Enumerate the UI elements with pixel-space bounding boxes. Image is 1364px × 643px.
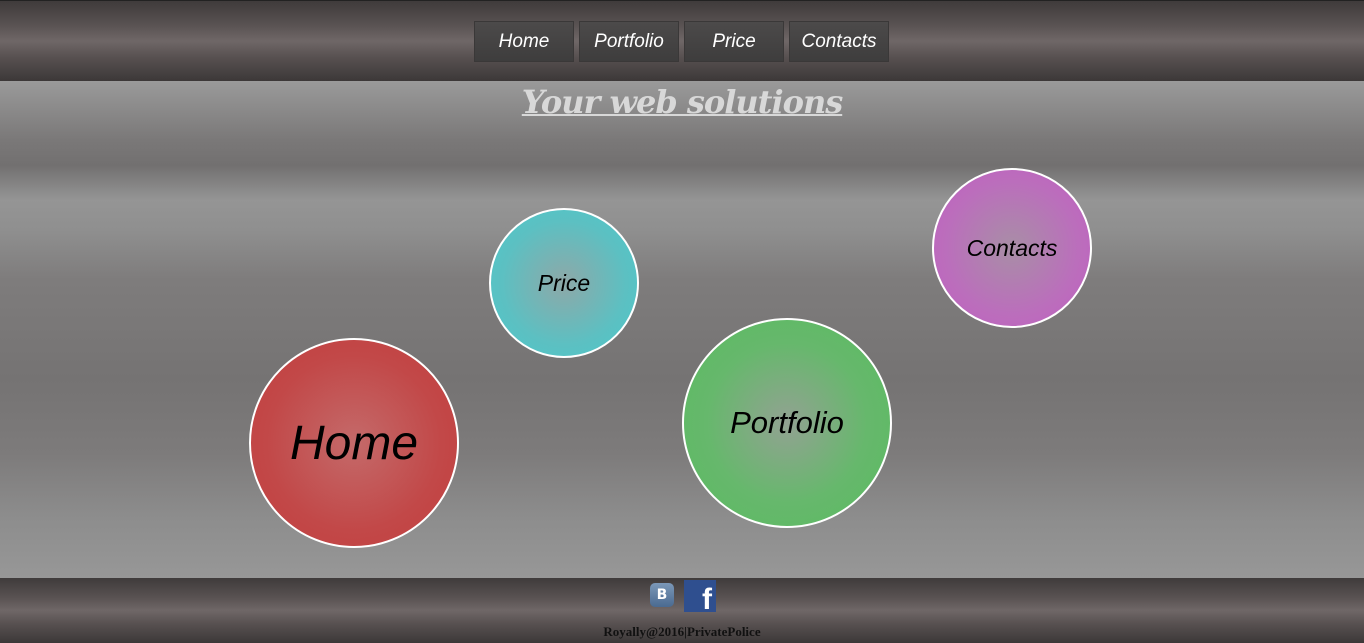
facebook-icon[interactable]: f bbox=[684, 580, 716, 612]
footer: B f Royally@2016|PrivatePolice bbox=[0, 578, 1364, 643]
bubble-contacts[interactable]: Contacts bbox=[932, 168, 1092, 328]
copyright-text: Royally@2016|PrivatePolice bbox=[603, 624, 761, 639]
bubble-home[interactable]: Home bbox=[249, 338, 459, 548]
header: Home Portfolio Price Contacts bbox=[0, 0, 1364, 81]
nav-home[interactable]: Home bbox=[474, 21, 574, 62]
facebook-glyph: f bbox=[702, 583, 712, 612]
bubble-price[interactable]: Price bbox=[489, 208, 639, 358]
nav-contacts[interactable]: Contacts bbox=[789, 21, 889, 62]
nav-price[interactable]: Price bbox=[684, 21, 784, 62]
page-tagline: Your web solutions bbox=[521, 83, 843, 121]
main-content: Your web solutions Home Price Portfolio … bbox=[0, 81, 1364, 578]
main-nav: Home Portfolio Price Contacts bbox=[474, 21, 889, 62]
nav-portfolio[interactable]: Portfolio bbox=[579, 21, 679, 62]
bubble-portfolio[interactable]: Portfolio bbox=[682, 318, 892, 528]
vk-icon[interactable]: B bbox=[650, 583, 674, 607]
social-links: B f bbox=[650, 580, 716, 612]
